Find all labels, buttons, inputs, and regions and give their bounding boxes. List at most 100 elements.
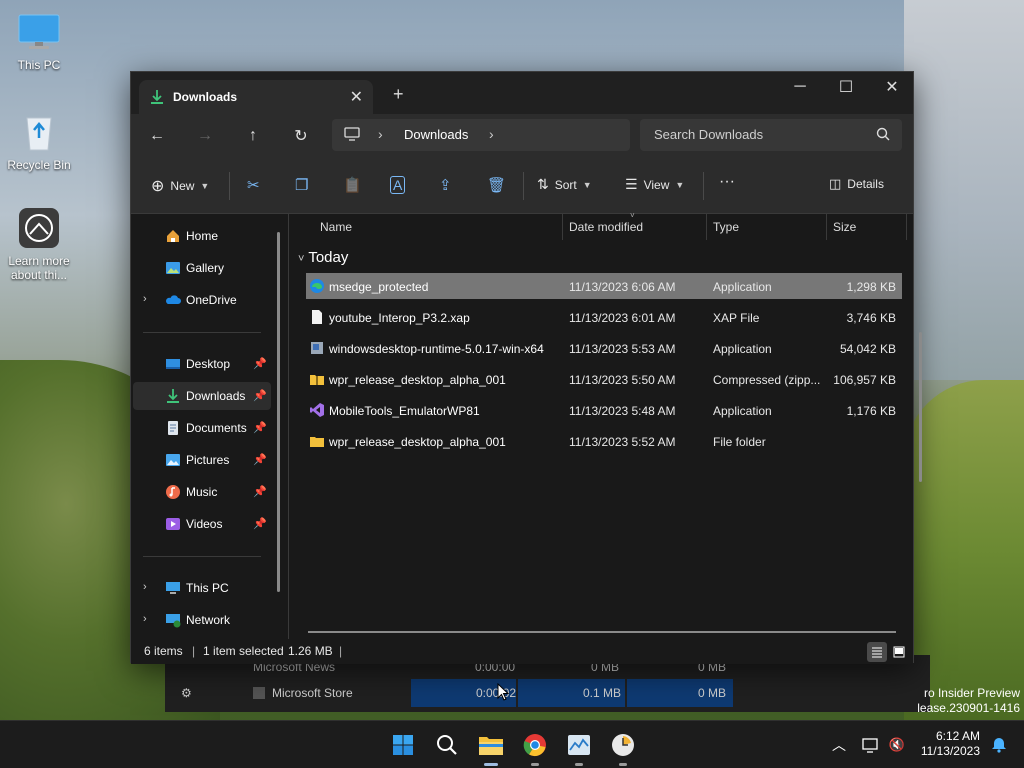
sidebar-item-this-pc[interactable]: › This PC bbox=[133, 574, 271, 602]
tab-close-icon[interactable]: ✕ bbox=[350, 87, 363, 107]
file-explorer-taskbar-icon[interactable] bbox=[476, 730, 506, 766]
paste-button[interactable]: 📋 bbox=[343, 176, 362, 194]
file-row[interactable]: wpr_release_desktop_alpha_001 11/13/2023… bbox=[306, 366, 902, 392]
sidebar-scrollbar[interactable] bbox=[277, 232, 280, 592]
download-arrow-icon bbox=[165, 388, 181, 404]
clock-time: 6:12 AM bbox=[935, 729, 980, 743]
refresh-icon[interactable]: ↻ bbox=[289, 124, 313, 148]
column-header-name[interactable]: Name bbox=[320, 220, 352, 246]
details-view-icon[interactable] bbox=[867, 642, 887, 662]
sort-button[interactable]: ⇅ Sort ▼ bbox=[537, 176, 592, 193]
back-arrow-icon[interactable]: ← bbox=[145, 124, 169, 148]
search-placeholder: Search Downloads bbox=[654, 127, 764, 142]
sidebar-item-network[interactable]: › Network bbox=[133, 606, 271, 634]
details-pane-icon: ◫ bbox=[829, 176, 842, 191]
tiles-view-icon[interactable] bbox=[889, 642, 909, 662]
close-button[interactable]: ✕ bbox=[869, 72, 915, 102]
tab-downloads[interactable]: Downloads ✕ bbox=[139, 80, 373, 114]
visual-studio-icon bbox=[309, 402, 325, 418]
search-icon[interactable] bbox=[432, 730, 462, 760]
breadcrumb-downloads[interactable]: Downloads bbox=[404, 127, 468, 142]
group-header-today[interactable]: ˅ Today bbox=[298, 249, 348, 266]
sidebar-item-home[interactable]: Home bbox=[133, 222, 271, 250]
column-header-type[interactable]: Type bbox=[713, 220, 739, 246]
forward-arrow-icon[interactable]: → bbox=[193, 124, 217, 148]
new-tab-button[interactable]: + bbox=[393, 84, 404, 105]
more-options-button[interactable]: ··· bbox=[719, 173, 735, 191]
volume-muted-icon[interactable]: 🔇 bbox=[882, 730, 912, 760]
new-button[interactable]: ⊕ New ▼ bbox=[151, 176, 209, 196]
desktop-icon-this-pc[interactable]: This PC bbox=[4, 10, 74, 72]
view-lines-icon: ☰ bbox=[625, 176, 638, 192]
start-button[interactable] bbox=[388, 730, 418, 760]
desktop-icon-learn-more[interactable]: Learn more about thi... bbox=[4, 206, 74, 282]
sort-chevron-icon: ˅ bbox=[630, 211, 635, 220]
sidebar-item-videos[interactable]: Videos 📌 bbox=[133, 510, 271, 538]
file-row[interactable]: wpr_release_desktop_alpha_001 11/13/2023… bbox=[306, 428, 902, 454]
download-arrow-icon bbox=[149, 89, 165, 108]
file-row[interactable]: youtube_Interop_P3.2.xap 11/13/2023 6:01… bbox=[306, 304, 902, 330]
process-row[interactable]: ⚙ Microsoft Store 0:00:02 0.1 MB 0 MB bbox=[165, 679, 930, 707]
clipboard-icon: 📋 bbox=[343, 177, 362, 194]
sidebar-item-downloads[interactable]: Downloads 📌 bbox=[133, 382, 271, 410]
cloud-icon bbox=[165, 292, 181, 308]
up-arrow-icon[interactable]: ↑ bbox=[241, 124, 265, 148]
chevron-right-icon[interactable]: › bbox=[143, 581, 147, 593]
pin-icon[interactable]: 📌 bbox=[253, 517, 267, 530]
delete-button[interactable]: 🗑 bbox=[487, 176, 506, 194]
file-row[interactable]: msedge_protected 11/13/2023 6:06 AM Appl… bbox=[306, 273, 902, 299]
notification-bell-icon[interactable] bbox=[984, 730, 1014, 760]
videos-icon bbox=[165, 516, 181, 532]
address-bar: ← → ↑ ↻ › Downloads › Search Downloads bbox=[131, 114, 913, 158]
maximize-button[interactable]: ☐ bbox=[823, 72, 869, 102]
column-header-date[interactable]: Date modified bbox=[569, 220, 643, 246]
settings-gear-icon[interactable]: ⚙ bbox=[181, 686, 192, 700]
share-button[interactable]: ⇪ bbox=[439, 176, 452, 194]
pin-icon[interactable]: 📌 bbox=[253, 389, 267, 402]
selection-count: 1 item selected bbox=[203, 644, 284, 658]
pin-icon[interactable]: 📌 bbox=[253, 421, 267, 434]
vertical-scrollbar[interactable] bbox=[919, 332, 922, 482]
file-row[interactable]: windowsdesktop-runtime-5.0.17-win-x64 11… bbox=[306, 335, 902, 361]
horizontal-scrollbar[interactable] bbox=[308, 631, 896, 633]
status-bar: 6 items | 1 item selected 1.26 MB | bbox=[131, 639, 913, 664]
file-icon bbox=[309, 309, 325, 325]
sidebar-item-music[interactable]: Music 📌 bbox=[133, 478, 271, 506]
chevron-right-icon[interactable]: › bbox=[143, 613, 147, 625]
task-manager-icon[interactable] bbox=[564, 730, 594, 766]
desktop-icon-recycle-bin[interactable]: Recycle Bin bbox=[4, 110, 74, 172]
details-pane-button[interactable]: ◫ Details bbox=[829, 176, 884, 192]
sidebar-item-onedrive[interactable]: › OneDrive bbox=[133, 286, 271, 314]
rename-button[interactable]: A bbox=[390, 176, 406, 194]
pin-icon[interactable]: 📌 bbox=[253, 485, 267, 498]
chevron-right-icon[interactable]: › bbox=[143, 293, 147, 305]
search-icon[interactable] bbox=[876, 127, 890, 144]
address-field[interactable]: › Downloads › bbox=[332, 119, 630, 151]
sidebar-item-desktop[interactable]: Desktop 📌 bbox=[133, 350, 271, 378]
sidebar-item-pictures[interactable]: Pictures 📌 bbox=[133, 446, 271, 474]
view-button[interactable]: ☰ View ▼ bbox=[625, 176, 684, 193]
navigation-pane: Home Gallery › OneDrive Desktop 📌 Downlo… bbox=[131, 214, 289, 639]
pin-icon[interactable]: 📌 bbox=[253, 357, 267, 370]
sidebar-item-gallery[interactable]: Gallery bbox=[133, 254, 271, 282]
zip-folder-icon bbox=[309, 371, 325, 387]
minimize-button[interactable]: ─ bbox=[777, 72, 823, 102]
pin-icon[interactable]: 📌 bbox=[253, 453, 267, 466]
breadcrumb-separator[interactable]: › bbox=[489, 126, 494, 142]
cut-button[interactable]: ✂ bbox=[247, 176, 260, 194]
clock-app-icon[interactable] bbox=[608, 730, 638, 766]
documents-icon bbox=[165, 420, 181, 436]
chrome-icon[interactable] bbox=[520, 730, 550, 766]
breadcrumb-separator[interactable]: › bbox=[378, 126, 383, 142]
sidebar-item-documents[interactable]: Documents 📌 bbox=[133, 414, 271, 442]
chevron-down-icon: ˅ bbox=[298, 253, 305, 265]
system-clock[interactable]: 6:12 AM 11/13/2023 bbox=[921, 729, 980, 759]
chevron-up-icon[interactable]: ︿ bbox=[824, 730, 854, 760]
edge-icon bbox=[309, 278, 325, 294]
search-box[interactable]: Search Downloads bbox=[640, 119, 902, 151]
home-icon bbox=[165, 228, 181, 244]
file-row[interactable]: MobileTools_EmulatorWP81 11/13/2023 5:48… bbox=[306, 397, 902, 423]
copy-button[interactable]: ❐ bbox=[295, 176, 308, 194]
column-header-size[interactable]: Size bbox=[833, 220, 856, 246]
title-bar[interactable]: Downloads ✕ + ─ ☐ ✕ bbox=[131, 72, 913, 114]
